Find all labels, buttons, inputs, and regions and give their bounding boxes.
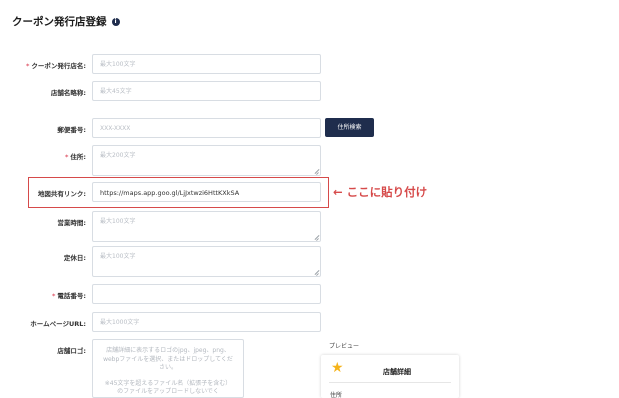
address-textarea[interactable]: 最大200文字 [92,145,321,176]
homepage-input[interactable]: 最大1000文字 [92,312,321,332]
preview-address-label: 住所 [330,392,343,398]
map-link-label: 地図共有リンク: [37,190,86,198]
preview-label: プレビュー [329,343,360,350]
map-link-input[interactable]: https://maps.app.goo.gl/LjJxtwzi6HttKXkS… [92,182,321,202]
resize-handle-icon[interactable] [313,269,319,275]
logo-hint-primary: 店舗詳細に表示するロゴのjpg、jpeg、png、webpファイルを選択、または… [103,347,233,371]
shop-short-label: 店舗名略称: [50,89,86,97]
logo-label: 店舗ロゴ: [57,347,86,355]
hours-label: 営業時間: [57,219,86,227]
resize-handle-icon[interactable] [313,168,319,174]
preview-heading: 店舗詳細 [383,368,411,376]
address-search-button[interactable]: 住所検索 [325,118,374,137]
star-icon: ★ [331,360,344,376]
shop-short-input[interactable]: 最大45文字 [92,81,321,101]
logo-hint-secondary: ※45文字を超えるファイル名（拡張子を含む）のファイルをアップロードしないでく [104,379,232,396]
paste-here-annotation: ← ここに貼り付け [333,185,428,199]
shop-name-input[interactable]: 最大100文字 [92,54,321,74]
phone-input[interactable] [92,284,321,304]
hours-textarea[interactable]: 最大100文字 [92,211,321,242]
holidays-textarea[interactable]: 最大100文字 [92,246,321,277]
postal-label: 郵便番号: [57,126,86,134]
shop-name-label: * クーポン発行店名: [25,62,86,70]
address-label: * 住所: [64,153,86,161]
info-icon[interactable]: i [111,17,120,26]
phone-label: * 電話番号: [51,292,86,300]
preview-card: ★ 店舗詳細 住所 [321,355,459,398]
page-title-text: クーポン発行店登録 [12,16,107,28]
preview-divider [329,382,451,383]
postal-input[interactable]: XXX-XXXX [92,118,321,138]
logo-dropzone[interactable]: 店舗詳細に表示するロゴのjpg、jpeg、png、webpファイルを選択、または… [92,339,244,398]
holidays-label: 定休日: [63,254,86,262]
homepage-label: ホームページURL: [30,320,86,328]
page-title: クーポン発行店登録 i [12,14,120,29]
resize-handle-icon[interactable] [313,234,319,240]
